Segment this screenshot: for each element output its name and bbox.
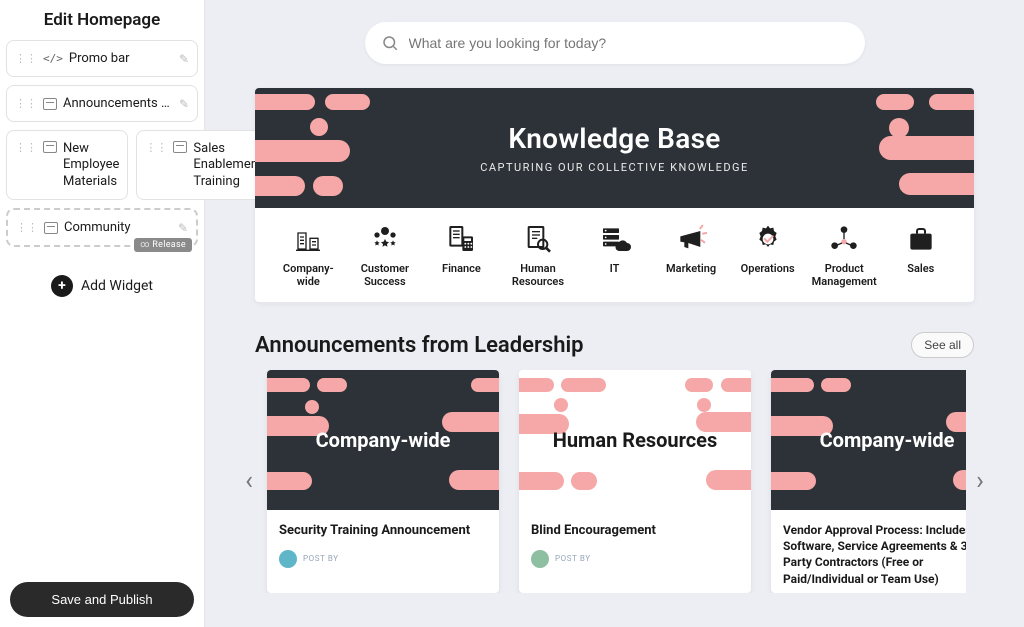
- decorative-blob: [879, 136, 974, 160]
- category-customer-success[interactable]: Customer Success: [350, 222, 421, 288]
- server-cloud-icon: [598, 222, 632, 256]
- category-label: IT: [610, 262, 620, 275]
- edit-icon[interactable]: ✎: [179, 97, 189, 111]
- list-icon: [44, 222, 58, 234]
- post-by-label: POST BY: [279, 550, 487, 568]
- plus-icon: +: [51, 275, 73, 297]
- decorative-blob: [876, 94, 914, 110]
- widget-community[interactable]: ⋮⋮ Community ✎ ∞ Release: [6, 208, 198, 247]
- announcement-card[interactable]: Company-wide Vendor Approval Process: In…: [771, 370, 966, 593]
- announcements-carousel: ‹ Company-wide: [235, 370, 994, 593]
- nodes-icon: [827, 222, 861, 256]
- card-banner-title: Human Resources: [545, 429, 726, 452]
- announcement-card[interactable]: Company-wide Security Training Announcem…: [267, 370, 499, 593]
- category-label: Company-wide: [273, 262, 344, 288]
- drag-handle-icon[interactable]: ⋮⋮: [16, 221, 38, 234]
- kb-subtitle: CAPTURING OUR COLLECTIVE KNOWLEDGE: [480, 161, 749, 174]
- decorative-blob: [255, 176, 305, 196]
- category-label: Product Management: [809, 262, 880, 288]
- drag-handle-icon[interactable]: ⋮⋮: [15, 97, 37, 110]
- category-product-management[interactable]: Product Management: [809, 222, 880, 288]
- decorative-blob: [255, 94, 315, 110]
- announcement-title: Blind Encouragement: [531, 522, 739, 540]
- briefcase-icon: [904, 222, 938, 256]
- document-search-icon: [521, 222, 555, 256]
- sidebar: Edit Homepage ⋮⋮ </> Promo bar ✎ ⋮⋮ Anno…: [0, 0, 205, 627]
- category-label: Customer Success: [350, 262, 421, 288]
- announcement-title: Vendor Approval Process: Includes Softwa…: [783, 522, 966, 587]
- building-icon: [291, 222, 325, 256]
- card-banner-title: Company-wide: [812, 429, 963, 452]
- widget-list: ⋮⋮ </> Promo bar ✎ ⋮⋮ Announcements from…: [6, 40, 198, 247]
- carousel-next-button[interactable]: ›: [966, 451, 994, 511]
- release-badge: ∞ Release: [134, 238, 192, 252]
- widget-label: Community: [64, 220, 172, 235]
- section-heading-announcements: Announcements from Leadership: [255, 333, 584, 358]
- document-calculator-icon: [444, 222, 478, 256]
- category-finance[interactable]: Finance: [426, 222, 497, 288]
- main-preview: Knowledge Base CAPTURING OUR COLLECTIVE …: [205, 0, 1024, 627]
- edit-icon[interactable]: ✎: [178, 221, 188, 235]
- decorative-blob: [325, 94, 370, 110]
- decorative-blob: [899, 173, 974, 195]
- decorative-blob: [889, 118, 909, 138]
- avatar-icon: [279, 550, 297, 568]
- code-icon: </>: [43, 52, 63, 65]
- kb-title: Knowledge Base: [508, 122, 720, 155]
- category-label: Operations: [741, 262, 795, 275]
- card-banner-title: Company-wide: [308, 429, 459, 452]
- drag-handle-icon[interactable]: ⋮⋮: [15, 141, 37, 154]
- list-icon: [43, 98, 57, 110]
- see-all-button[interactable]: See all: [911, 332, 974, 358]
- post-by-label: POST BY: [531, 550, 739, 568]
- search-input[interactable]: [409, 35, 849, 51]
- kb-categories: Company-wide Customer Success Finance Hu…: [255, 208, 974, 302]
- sidebar-title: Edit Homepage: [6, 10, 198, 30]
- announcement-title: Security Training Announcement: [279, 522, 487, 540]
- gear-icon: [751, 222, 785, 256]
- widget-label: Promo bar: [69, 51, 173, 66]
- drag-handle-icon[interactable]: ⋮⋮: [145, 141, 167, 154]
- save-and-publish-button[interactable]: Save and Publish: [10, 582, 194, 617]
- add-widget-label: Add Widget: [81, 278, 153, 294]
- avatar-icon: [531, 550, 549, 568]
- widget-label: New Employee Materials: [63, 141, 119, 189]
- stars-icon: [368, 222, 402, 256]
- search-icon: [381, 34, 399, 52]
- decorative-blob: [929, 94, 974, 110]
- carousel-prev-button[interactable]: ‹: [235, 451, 263, 511]
- widget-promo-bar[interactable]: ⋮⋮ </> Promo bar ✎: [6, 40, 198, 77]
- widget-new-employee-materials[interactable]: ⋮⋮ New Employee Materials: [6, 130, 128, 200]
- category-label: Human Resources: [503, 262, 574, 288]
- widget-announcements[interactable]: ⋮⋮ Announcements from Lead... ✎: [6, 85, 198, 122]
- category-company-wide[interactable]: Company-wide: [273, 222, 344, 288]
- category-operations[interactable]: Operations: [732, 222, 803, 288]
- announcement-card[interactable]: Human Resources Blind Encouragement POST…: [519, 370, 751, 593]
- category-human-resources[interactable]: Human Resources: [503, 222, 574, 288]
- category-label: Marketing: [666, 262, 716, 275]
- category-sales[interactable]: Sales: [886, 222, 957, 288]
- edit-icon[interactable]: ✎: [179, 52, 189, 66]
- decorative-blob: [255, 140, 350, 162]
- megaphone-icon: [674, 222, 708, 256]
- category-it[interactable]: IT: [579, 222, 650, 288]
- card-banner: Human Resources: [519, 370, 751, 510]
- search-bar[interactable]: [365, 22, 865, 64]
- category-marketing[interactable]: Marketing: [656, 222, 727, 288]
- category-label: Sales: [907, 262, 934, 275]
- category-label: Finance: [442, 262, 481, 275]
- widget-label: Announcements from Lead...: [63, 96, 173, 111]
- decorative-blob: [313, 176, 343, 196]
- knowledge-base-block: Knowledge Base CAPTURING OUR COLLECTIVE …: [255, 88, 974, 302]
- card-banner: Company-wide: [267, 370, 499, 510]
- add-widget-button[interactable]: + Add Widget: [6, 275, 198, 297]
- card-banner: Company-wide: [771, 370, 966, 510]
- list-icon: [43, 141, 57, 153]
- list-icon: [173, 141, 187, 153]
- drag-handle-icon[interactable]: ⋮⋮: [15, 52, 37, 65]
- decorative-blob: [310, 118, 328, 136]
- kb-banner: Knowledge Base CAPTURING OUR COLLECTIVE …: [255, 88, 974, 208]
